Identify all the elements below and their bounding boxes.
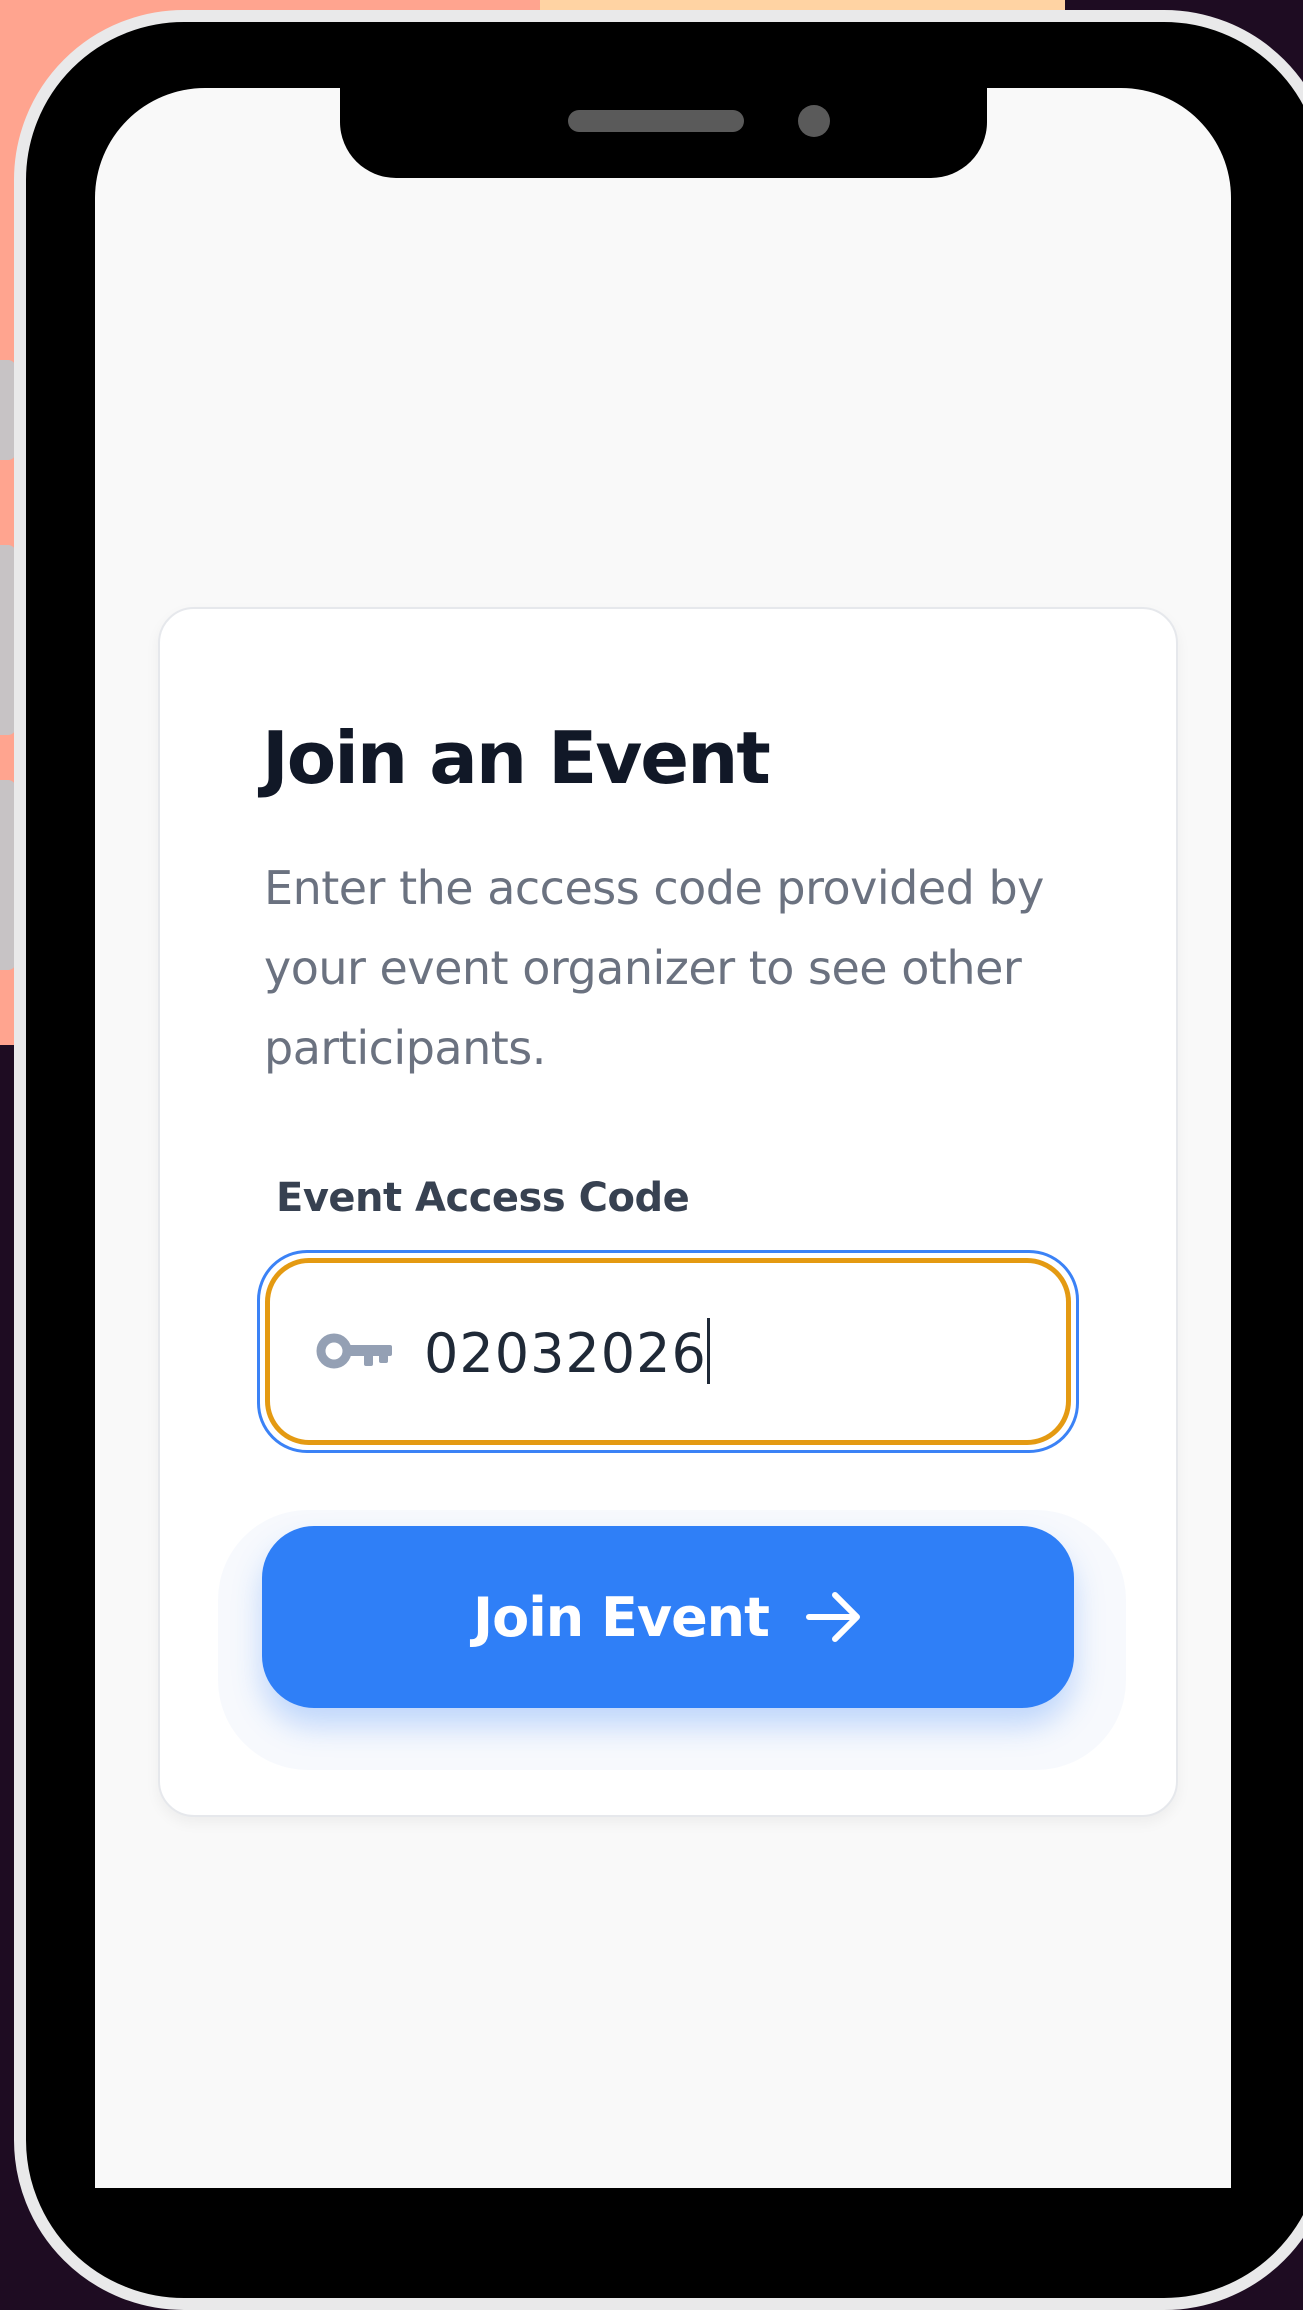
card-description: Enter the access code provided by your e… (264, 861, 1044, 1075)
join-event-button[interactable]: Join Event (262, 1526, 1074, 1708)
join-event-label: Join Event (473, 1585, 770, 1649)
phone-speaker (568, 110, 744, 132)
card-title: Join an Event (262, 716, 771, 800)
arrow-right-icon (805, 1592, 860, 1642)
phone-camera (798, 105, 830, 137)
phone-notch (340, 88, 987, 178)
text-caret (706, 1318, 710, 1384)
access-code-label: Event Access Code (276, 1175, 690, 1221)
access-code-value[interactable]: 02032026 (424, 1318, 710, 1386)
key-icon (316, 1333, 392, 1369)
